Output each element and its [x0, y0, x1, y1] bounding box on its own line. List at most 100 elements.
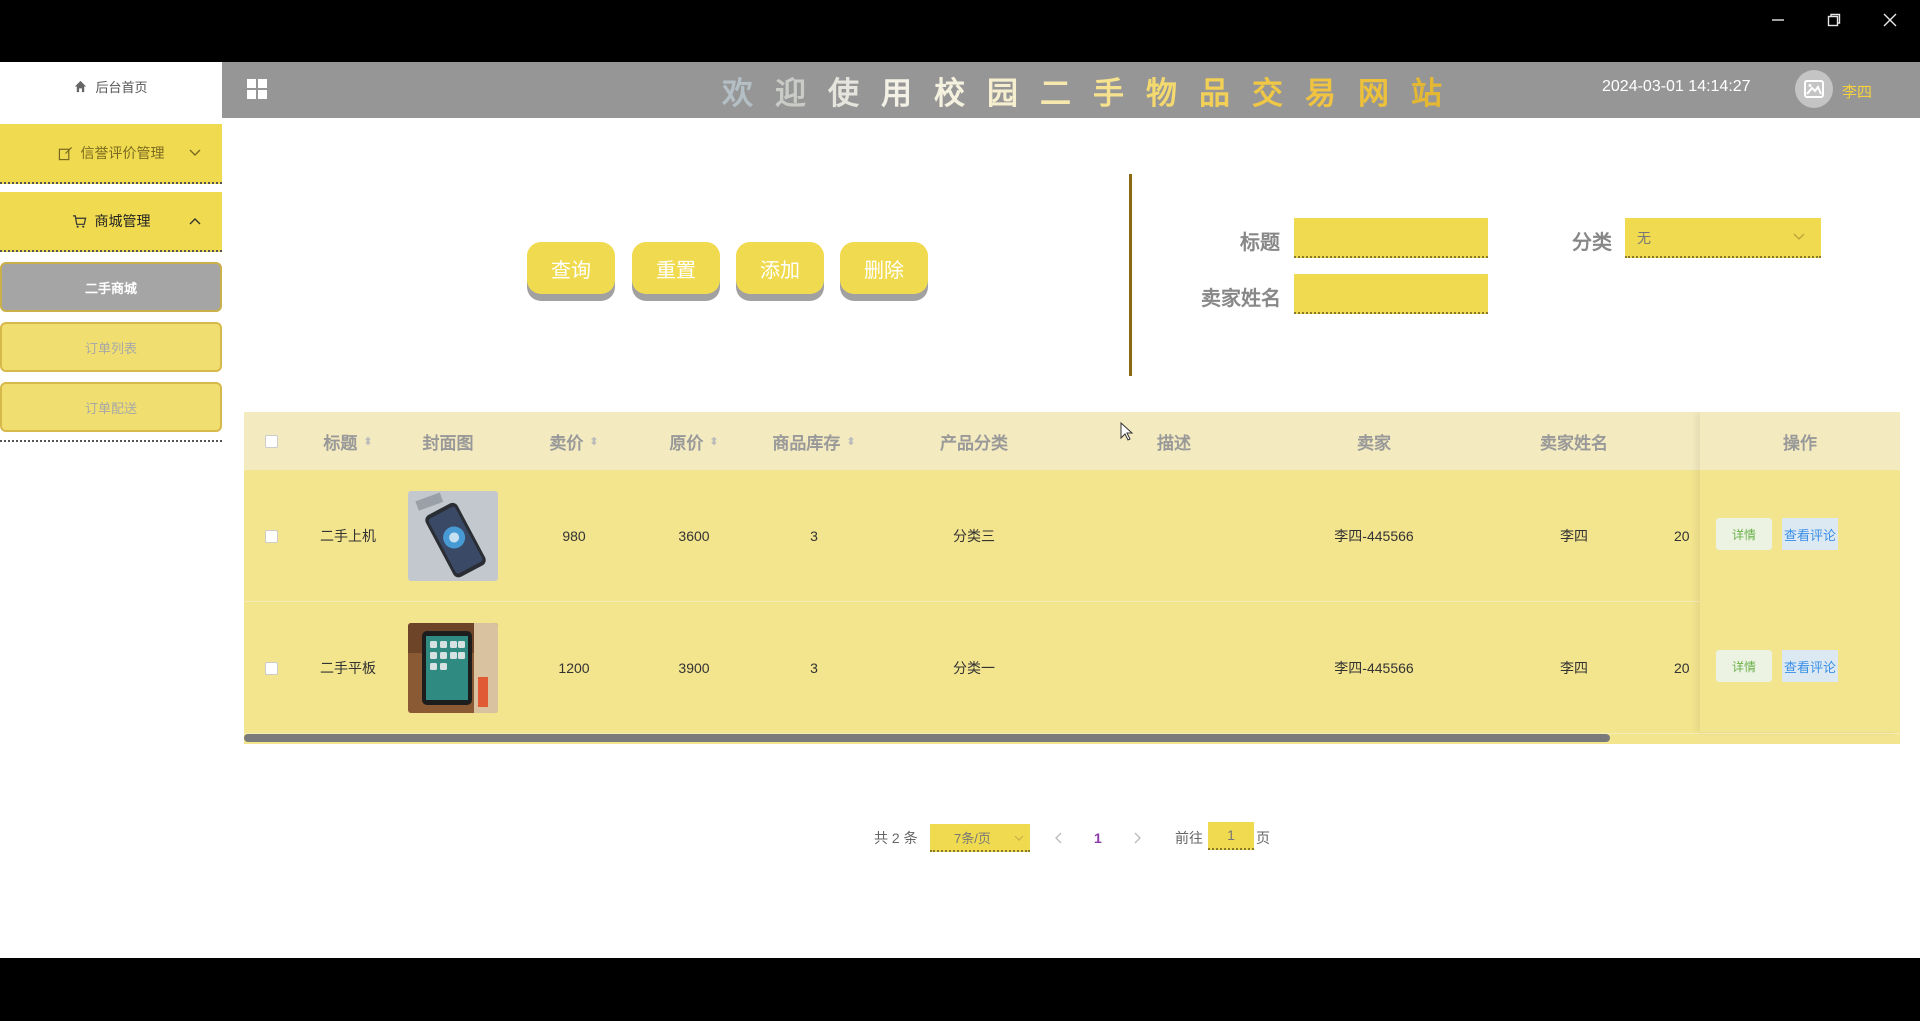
app-window: 后台首页 信誉评价管理 商城管理 二手商城 订单列表 订单配送 欢 迎 使 用 …	[0, 62, 1920, 958]
chevron-down-icon	[189, 149, 201, 156]
column-header-label: 商品库存	[772, 433, 841, 453]
sidebar-item-label: 订单列表	[84, 340, 137, 356]
column-header-original-price[interactable]: 原价 ⬍	[634, 412, 754, 470]
cell-seller-name: 李四	[1560, 528, 1588, 544]
reset-button[interactable]: 重置	[632, 242, 720, 294]
tablet-thumbnail[interactable]	[408, 623, 498, 713]
sidebar-item-label: 订单配送	[84, 400, 137, 416]
category-select[interactable]: 无	[1625, 218, 1821, 258]
title-input[interactable]	[1294, 218, 1488, 258]
site-title-char: 迎	[775, 75, 828, 111]
sort-icon[interactable]: ⬍	[846, 435, 855, 448]
avatar[interactable]	[1795, 70, 1833, 108]
sort-icon[interactable]: ⬍	[363, 435, 372, 448]
category-select-value: 无	[1637, 230, 1651, 246]
site-title-char: 易	[1305, 75, 1358, 111]
detail-button[interactable]: 详情	[1716, 650, 1772, 682]
sidebar-group-reputation[interactable]: 信誉评价管理	[0, 124, 222, 184]
sidebar-item-order-delivery[interactable]: 订单配送	[0, 382, 222, 432]
top-header: 欢迎使用校园二手物品交易网站 2024-03-01 14:14:27 李四	[222, 62, 1920, 118]
cart-icon	[72, 214, 86, 228]
view-reviews-button[interactable]: 查看评论	[1782, 518, 1838, 550]
column-header-label: 描述	[1157, 433, 1191, 453]
site-title-char: 校	[934, 75, 987, 111]
column-header-cover: 封面图	[398, 412, 498, 470]
sort-icon[interactable]: ⬍	[709, 435, 718, 448]
menu-toggle-button[interactable]	[246, 78, 268, 105]
image-icon	[1804, 80, 1824, 98]
sidebar-item-order-list[interactable]: 订单列表	[0, 322, 222, 372]
username[interactable]: 李四	[1842, 81, 1872, 102]
home-icon	[75, 80, 87, 92]
page-number-current[interactable]: 1	[1094, 824, 1102, 852]
table-row: 二手平板 1200 3900 3 分类一 李四-445566 李四 20	[244, 602, 1900, 734]
cell-cover	[398, 470, 508, 602]
site-title-char: 园	[987, 75, 1040, 111]
sort-icon[interactable]: ⬍	[589, 435, 598, 448]
sidebar-item-label: 二手商城	[84, 280, 137, 296]
screen: 后台首页 信誉评价管理 商城管理 二手商城 订单列表 订单配送 欢 迎 使 用 …	[0, 0, 1920, 1021]
prev-page-button[interactable]	[1054, 824, 1064, 852]
column-header-category: 产品分类	[874, 412, 1074, 470]
row-checkbox[interactable]	[264, 661, 278, 675]
column-header-price[interactable]: 卖价 ⬍	[514, 412, 634, 470]
chevron-left-icon	[1055, 832, 1062, 844]
site-title-char: 二	[1040, 75, 1093, 111]
phone-thumbnail[interactable]	[408, 491, 498, 581]
goto-page-input[interactable]: 1	[1208, 822, 1254, 850]
cell-price: 1200	[558, 660, 590, 676]
chevron-down-icon	[1014, 835, 1024, 841]
site-title-char: 手	[1093, 75, 1146, 111]
minimize-button[interactable]	[1750, 0, 1806, 40]
site-title-char: 品	[1199, 75, 1252, 111]
column-header-label: 标题	[323, 433, 358, 453]
close-button[interactable]	[1862, 0, 1918, 40]
column-header-label: 原价	[669, 433, 704, 453]
close-icon	[1883, 13, 1897, 27]
cell-price: 980	[562, 528, 586, 544]
add-button[interactable]: 添加	[736, 242, 824, 294]
chevron-right-icon	[1134, 832, 1141, 844]
vertical-divider	[1129, 174, 1132, 376]
page-size-select[interactable]: 7条/页	[930, 824, 1030, 852]
cell-original-price: 3900	[678, 660, 710, 676]
page-size-value: 7条/页	[954, 830, 991, 846]
delete-button[interactable]: 删除	[840, 242, 928, 294]
cell-seller-name: 李四	[1560, 660, 1588, 676]
column-header-label: 卖家姓名	[1540, 433, 1608, 453]
sidebar-item-home[interactable]: 后台首页	[0, 62, 222, 110]
category-filter-label: 分类	[1572, 232, 1612, 254]
column-header-stock[interactable]: 商品库存 ⬍	[754, 412, 874, 470]
cell-seller: 李四-445566	[1334, 528, 1414, 544]
restore-button[interactable]	[1806, 0, 1862, 40]
operations-column: 操作 详情 查看评论 详情 查看评论	[1700, 412, 1900, 732]
sidebar-group-label: 信誉评价管理	[80, 145, 165, 161]
column-header-seller: 卖家	[1274, 412, 1474, 470]
sidebar-group-mall[interactable]: 商城管理	[0, 192, 222, 252]
chevron-up-icon	[189, 218, 201, 225]
column-header-label: 产品分类	[940, 433, 1008, 453]
table-header: 标题 ⬍ 封面图 卖价 ⬍ 原价 ⬍ 商品库存 ⬍ 产品分类 描述 卖家 卖家姓名	[244, 412, 1900, 470]
query-button[interactable]: 查询	[527, 242, 615, 294]
sidebar-home-label: 后台首页	[95, 79, 148, 95]
cell-seller: 李四-445566	[1334, 660, 1414, 676]
detail-button[interactable]: 详情	[1716, 518, 1772, 550]
column-header-description: 描述	[1074, 412, 1274, 470]
edit-icon	[58, 146, 72, 160]
view-reviews-button[interactable]: 查看评论	[1782, 650, 1838, 682]
cell-description	[1074, 602, 1274, 734]
row-checkbox-cell	[244, 602, 298, 734]
sidebar-item-second-hand-mall[interactable]: 二手商城	[0, 262, 222, 312]
tablet-image	[408, 623, 498, 713]
sidebar: 后台首页 信誉评价管理 商城管理 二手商城 订单列表 订单配送	[0, 62, 222, 958]
row-checkbox[interactable]	[264, 529, 278, 543]
column-header-label: 卖家	[1357, 433, 1391, 453]
product-table: 标题 ⬍ 封面图 卖价 ⬍ 原价 ⬍ 商品库存 ⬍ 产品分类 描述 卖家 卖家姓名 二手…	[244, 412, 1900, 744]
next-page-button[interactable]	[1132, 824, 1142, 852]
seller-name-input[interactable]	[1294, 274, 1488, 314]
column-header-title[interactable]: 标题 ⬍	[298, 412, 398, 470]
horizontal-scrollbar[interactable]	[244, 734, 1610, 742]
site-title-char: 欢	[722, 75, 775, 111]
cell-cover	[398, 602, 508, 734]
select-all-checkbox[interactable]	[264, 434, 278, 448]
